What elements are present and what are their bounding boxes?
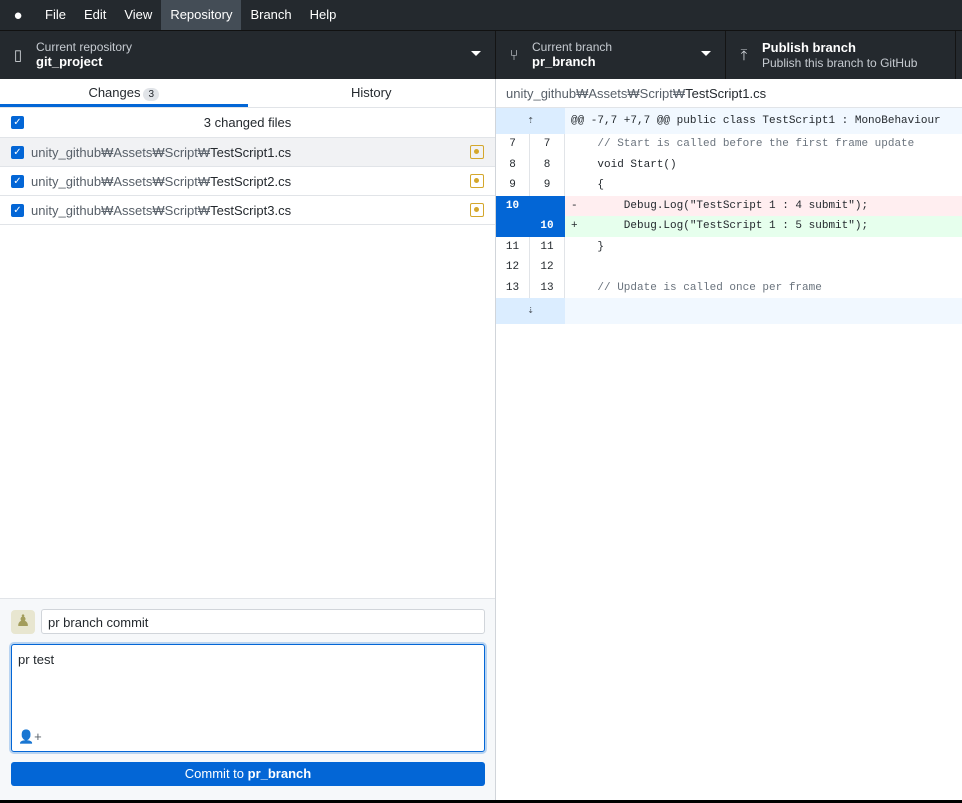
commit-summary-input[interactable]: pr branch commit xyxy=(41,609,485,634)
select-all-checkbox[interactable]: ✓ xyxy=(11,116,24,129)
upload-icon: ⤒ xyxy=(740,46,748,64)
hunk-header: ⇡ @@ -7,7 +7,7 @@ public class TestScrip… xyxy=(496,108,962,134)
file-path: unity_github₩Assets₩Script₩TestScript1.c… xyxy=(31,144,292,160)
tab-changes-label: Changes xyxy=(88,85,141,100)
branch-label: Current branch xyxy=(532,40,613,54)
changed-files-header: ✓ 3 changed files xyxy=(0,108,495,138)
diff-line-deleted[interactable]: 10 - Debug.Log("TestScript 1 : 4 submit"… xyxy=(496,195,962,216)
changes-count-badge: 3 xyxy=(143,88,160,101)
file-path: unity_github₩Assets₩Script₩TestScript2.c… xyxy=(31,173,292,189)
menu-edit[interactable]: Edit xyxy=(75,0,115,30)
commit-description-input[interactable]: pr test 👤+ xyxy=(11,644,485,752)
expand-up-icon[interactable]: ⇡ xyxy=(496,108,565,134)
toolbar: ▯ Current repository git_project ⑂ Curre… xyxy=(0,30,962,79)
commit-description-text: pr test xyxy=(18,652,55,667)
diff-line[interactable]: 99 { xyxy=(496,175,962,196)
file-row[interactable]: ✓ unity_github₩Assets₩Script₩TestScript3… xyxy=(0,196,495,225)
diff-line[interactable]: 12 12 xyxy=(496,257,962,278)
diff-line[interactable]: 13 13 // Update is called once per frame xyxy=(496,277,962,298)
menu-file[interactable]: File xyxy=(36,0,75,30)
add-coauthor-icon[interactable]: 👤+ xyxy=(18,729,42,745)
menu-view[interactable]: View xyxy=(115,0,161,30)
publish-subtitle: Publish this branch to GitHub xyxy=(762,56,918,70)
file-row[interactable]: ✓ unity_github₩Assets₩Script₩TestScript1… xyxy=(0,138,495,167)
modified-icon xyxy=(470,203,484,217)
changed-files-count: 3 changed files xyxy=(203,115,292,130)
modified-icon xyxy=(470,174,484,188)
diff-file-path: unity_github₩Assets₩Script₩TestScript1.c… xyxy=(496,79,962,108)
github-logo-icon: ● xyxy=(13,6,23,24)
avatar: ♟ xyxy=(11,610,35,634)
tab-bar: Changes 3 History xyxy=(0,79,495,108)
changes-panel: Changes 3 History ✓ 3 changed files ✓ uni… xyxy=(0,79,496,800)
tab-changes[interactable]: Changes 3 xyxy=(0,79,248,107)
menu-branch[interactable]: Branch xyxy=(241,0,300,30)
publish-branch-button[interactable]: ⤒ Publish branch Publish this branch to … xyxy=(726,31,956,79)
diff-line-added[interactable]: 10 + Debug.Log("TestScript 1 : 5 submit"… xyxy=(496,216,962,237)
chevron-down-icon xyxy=(471,51,481,56)
diff-line[interactable]: 11 11 } xyxy=(496,236,962,257)
current-repository-button[interactable]: ▯ Current repository git_project xyxy=(0,31,496,79)
file-row[interactable]: ✓ unity_github₩Assets₩Script₩TestScript2… xyxy=(0,167,495,196)
modified-icon xyxy=(470,145,484,159)
menu-bar: ● File Edit View Repository Branch Help xyxy=(0,0,962,30)
menu-repository[interactable]: Repository xyxy=(161,0,242,30)
file-checkbox[interactable]: ✓ xyxy=(11,174,24,188)
expand-down-icon[interactable]: ⇣ xyxy=(496,298,565,324)
file-path: unity_github₩Assets₩Script₩TestScript3.c… xyxy=(31,202,292,218)
commit-button[interactable]: Commit to pr_branch xyxy=(11,762,485,786)
diff-panel: unity_github₩Assets₩Script₩TestScript1.c… xyxy=(496,79,962,800)
hunk-footer: ⇣ xyxy=(496,298,962,324)
diff-line[interactable]: 77 // Start is called before the first f… xyxy=(496,134,962,155)
file-checkbox[interactable]: ✓ xyxy=(11,145,24,159)
current-branch-button[interactable]: ⑂ Current branch pr_branch xyxy=(496,31,726,79)
repo-label: Current repository xyxy=(36,40,133,54)
diff-view: ⇡ @@ -7,7 +7,7 @@ public class TestScrip… xyxy=(496,108,962,324)
diff-line[interactable]: 88 void Start() xyxy=(496,154,962,175)
repo-icon: ▯ xyxy=(13,47,23,64)
tab-history[interactable]: History xyxy=(248,79,496,107)
commit-panel: ♟ pr branch commit pr test 👤+ Commit to … xyxy=(0,598,495,800)
publish-title: Publish branch xyxy=(762,40,856,55)
repo-name: git_project xyxy=(36,54,103,69)
menu-help[interactable]: Help xyxy=(301,0,346,30)
branch-name: pr_branch xyxy=(532,54,596,69)
branch-icon: ⑂ xyxy=(509,46,519,64)
chevron-down-icon xyxy=(701,51,711,56)
file-checkbox[interactable]: ✓ xyxy=(11,203,24,217)
